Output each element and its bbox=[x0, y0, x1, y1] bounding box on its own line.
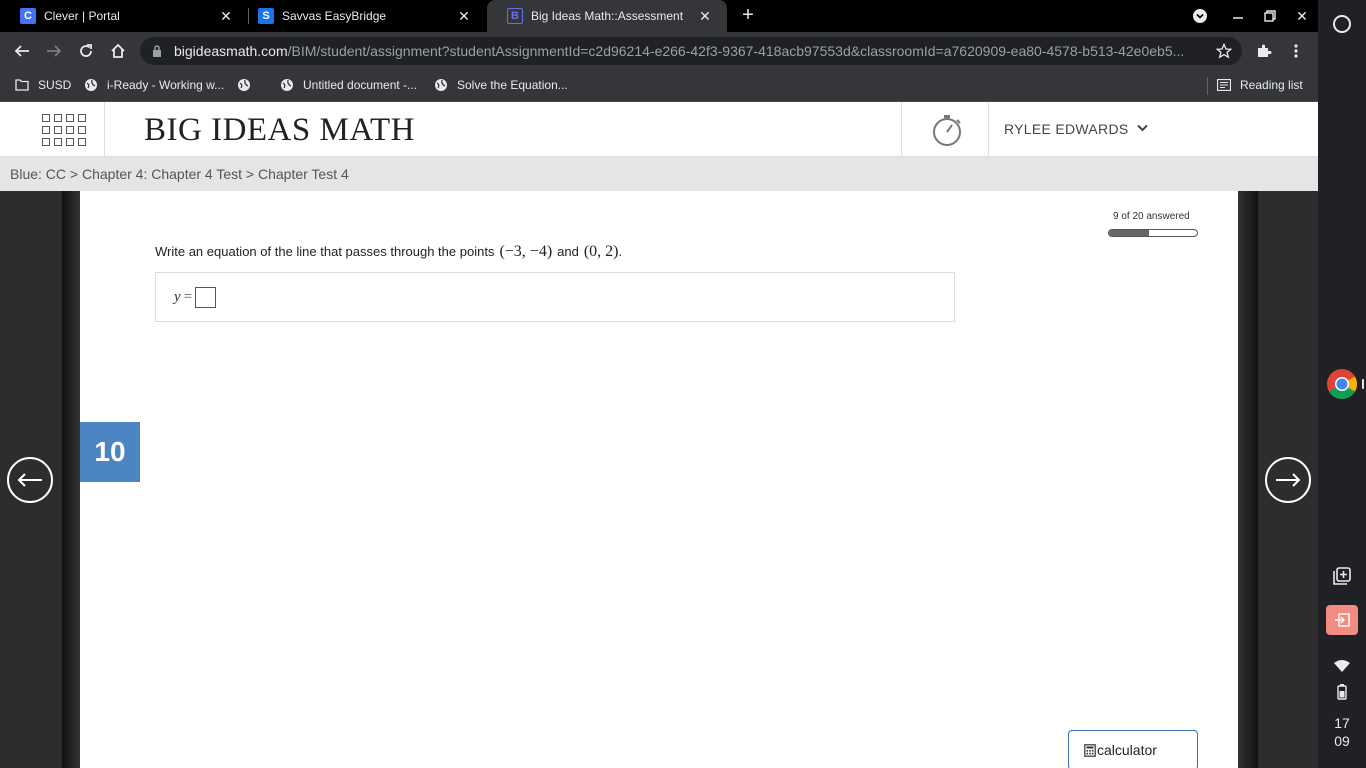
menu-kebab-icon[interactable] bbox=[1283, 38, 1309, 64]
bookmark-untitled-globe[interactable] bbox=[237, 76, 260, 94]
question-conjunction: and bbox=[557, 244, 579, 259]
bookmark-label: Solve the Equation... bbox=[457, 78, 568, 92]
url-text: bigideasmath.com/BIM/student/assignment?… bbox=[174, 43, 1185, 59]
progress-label: 9 of 20 answered bbox=[1113, 211, 1190, 222]
left-shadow bbox=[62, 191, 80, 768]
bookmark-label: Untitled document -... bbox=[303, 78, 418, 92]
reading-list-button[interactable]: Reading list bbox=[1217, 76, 1303, 94]
bookmark-solve-equation[interactable]: Solve the Equation... bbox=[434, 76, 568, 94]
exit-app-icon[interactable] bbox=[1318, 605, 1366, 635]
extensions-puzzle-icon[interactable] bbox=[1251, 38, 1277, 64]
progress-bar bbox=[1108, 229, 1198, 237]
app-grid-icon[interactable] bbox=[42, 114, 86, 146]
address-bar[interactable]: bigideasmath.com/BIM/student/assignment?… bbox=[140, 37, 1242, 65]
bookmark-iready[interactable]: i-Ready - Working w... bbox=[84, 76, 224, 94]
tab-savvas[interactable]: S Savvas EasyBridge ✕ bbox=[238, 0, 486, 32]
header-divider bbox=[988, 102, 989, 157]
savvas-favicon-icon: S bbox=[258, 8, 274, 24]
user-name: RYLEE EDWARDS bbox=[1004, 121, 1129, 137]
answer-area: y = bbox=[155, 272, 955, 322]
tab-title: Big Ideas Math::Assessment bbox=[531, 9, 684, 23]
clock-minute: 09 bbox=[1334, 733, 1350, 749]
question-card: 9 of 20 answered Write an equation of th… bbox=[80, 191, 1238, 768]
system-clock[interactable]: 17 09 bbox=[1318, 714, 1366, 750]
reading-list-label: Reading list bbox=[1240, 78, 1303, 92]
tab-title: Clever | Portal bbox=[44, 9, 120, 23]
reading-list-icon bbox=[1217, 78, 1231, 92]
close-icon[interactable]: ✕ bbox=[695, 8, 715, 25]
answer-variable: y bbox=[174, 288, 181, 305]
chrome-app-icon[interactable] bbox=[1318, 366, 1366, 402]
site-header: BIG IDEAS MATH RYLEE EDWARDS bbox=[0, 102, 1318, 157]
header-divider bbox=[901, 102, 902, 157]
point-1: (−3, −4) bbox=[499, 243, 553, 260]
close-window-icon[interactable]: ✕ bbox=[1286, 0, 1318, 32]
home-icon[interactable] bbox=[105, 38, 131, 64]
question-number: 10 bbox=[80, 422, 140, 482]
close-icon[interactable]: ✕ bbox=[216, 8, 236, 25]
left-gutter bbox=[0, 191, 62, 768]
right-gutter bbox=[1258, 191, 1318, 768]
right-shadow bbox=[1238, 191, 1258, 768]
os-shelf: 17 09 bbox=[1318, 0, 1366, 768]
calculator-button[interactable]: calculator bbox=[1068, 730, 1198, 768]
calculator-icon bbox=[1084, 743, 1096, 757]
bookmark-untitled-document[interactable]: Untitled document -... bbox=[280, 76, 417, 94]
reload-icon[interactable] bbox=[73, 38, 99, 64]
calculator-label: calculator bbox=[1097, 742, 1157, 758]
answer-equals: = bbox=[183, 288, 193, 305]
tab-clever[interactable]: C Clever | Portal ✕ bbox=[0, 0, 248, 32]
big-ideas-math-logo[interactable]: BIG IDEAS MATH bbox=[144, 112, 415, 149]
clever-favicon-icon: C bbox=[20, 8, 36, 24]
chevron-down-icon bbox=[1136, 123, 1148, 135]
bookmark-star-icon[interactable] bbox=[1211, 38, 1237, 64]
bookmark-label: SUSD bbox=[38, 78, 72, 92]
back-icon[interactable] bbox=[9, 38, 35, 64]
minimize-icon[interactable] bbox=[1222, 0, 1254, 32]
big-ideas-favicon-icon: B bbox=[507, 8, 523, 24]
lock-icon[interactable] bbox=[152, 45, 164, 57]
tab-strip: C Clever | Portal ✕ S Savvas EasyBridge … bbox=[0, 0, 1318, 32]
point-2: (0, 2) bbox=[583, 243, 619, 260]
breadcrumb-bar: Blue: CC > Chapter 4: Chapter 4 Test > C… bbox=[0, 157, 1318, 191]
question-prompt: Write an equation of the line that passe… bbox=[155, 243, 622, 261]
close-icon[interactable]: ✕ bbox=[454, 8, 474, 25]
bookmark-label: i-Ready - Working w... bbox=[107, 78, 225, 92]
next-question-arrow-icon[interactable] bbox=[1265, 457, 1311, 503]
battery-icon[interactable] bbox=[1318, 682, 1366, 702]
folder-icon bbox=[15, 78, 29, 92]
browser-toolbar: bigideasmath.com/BIM/student/assignment?… bbox=[0, 32, 1318, 69]
globe-icon bbox=[84, 78, 98, 92]
web-page: BIG IDEAS MATH RYLEE EDWARDS Blue: CC > … bbox=[0, 102, 1318, 768]
clock-hour: 17 bbox=[1334, 715, 1350, 731]
holding-space-icon[interactable] bbox=[1318, 562, 1366, 590]
tab-title: Savvas EasyBridge bbox=[282, 9, 387, 23]
wifi-icon[interactable] bbox=[1318, 656, 1366, 676]
bookmarks-bar: SUSD i-Ready - Working w... Untitled doc… bbox=[0, 69, 1318, 102]
header-divider bbox=[104, 102, 105, 157]
forward-icon[interactable] bbox=[41, 38, 67, 64]
running-indicator bbox=[1362, 379, 1364, 389]
globe-icon bbox=[434, 78, 448, 92]
tab-search-icon[interactable] bbox=[1184, 0, 1216, 32]
bookmarks-divider bbox=[1207, 77, 1208, 95]
user-menu[interactable]: RYLEE EDWARDS bbox=[1004, 121, 1148, 137]
stopwatch-icon[interactable] bbox=[929, 112, 965, 148]
question-text: Write an equation of the line that passe… bbox=[155, 244, 495, 259]
new-tab-plus-icon[interactable]: + bbox=[737, 5, 759, 27]
globe-icon bbox=[280, 78, 294, 92]
breadcrumb: Blue: CC > Chapter 4: Chapter 4 Test > C… bbox=[10, 166, 349, 182]
bookmark-susd[interactable]: SUSD bbox=[15, 76, 71, 94]
previous-question-arrow-icon[interactable] bbox=[7, 457, 53, 503]
question-period: . bbox=[618, 244, 623, 259]
globe-icon bbox=[237, 78, 251, 92]
answer-input[interactable] bbox=[195, 286, 217, 308]
launcher-icon[interactable] bbox=[1318, 10, 1366, 38]
tab-big-ideas-math[interactable]: B Big Ideas Math::Assessment ✕ bbox=[487, 0, 727, 32]
progress-fill bbox=[1109, 230, 1149, 236]
restore-icon[interactable] bbox=[1254, 0, 1286, 32]
